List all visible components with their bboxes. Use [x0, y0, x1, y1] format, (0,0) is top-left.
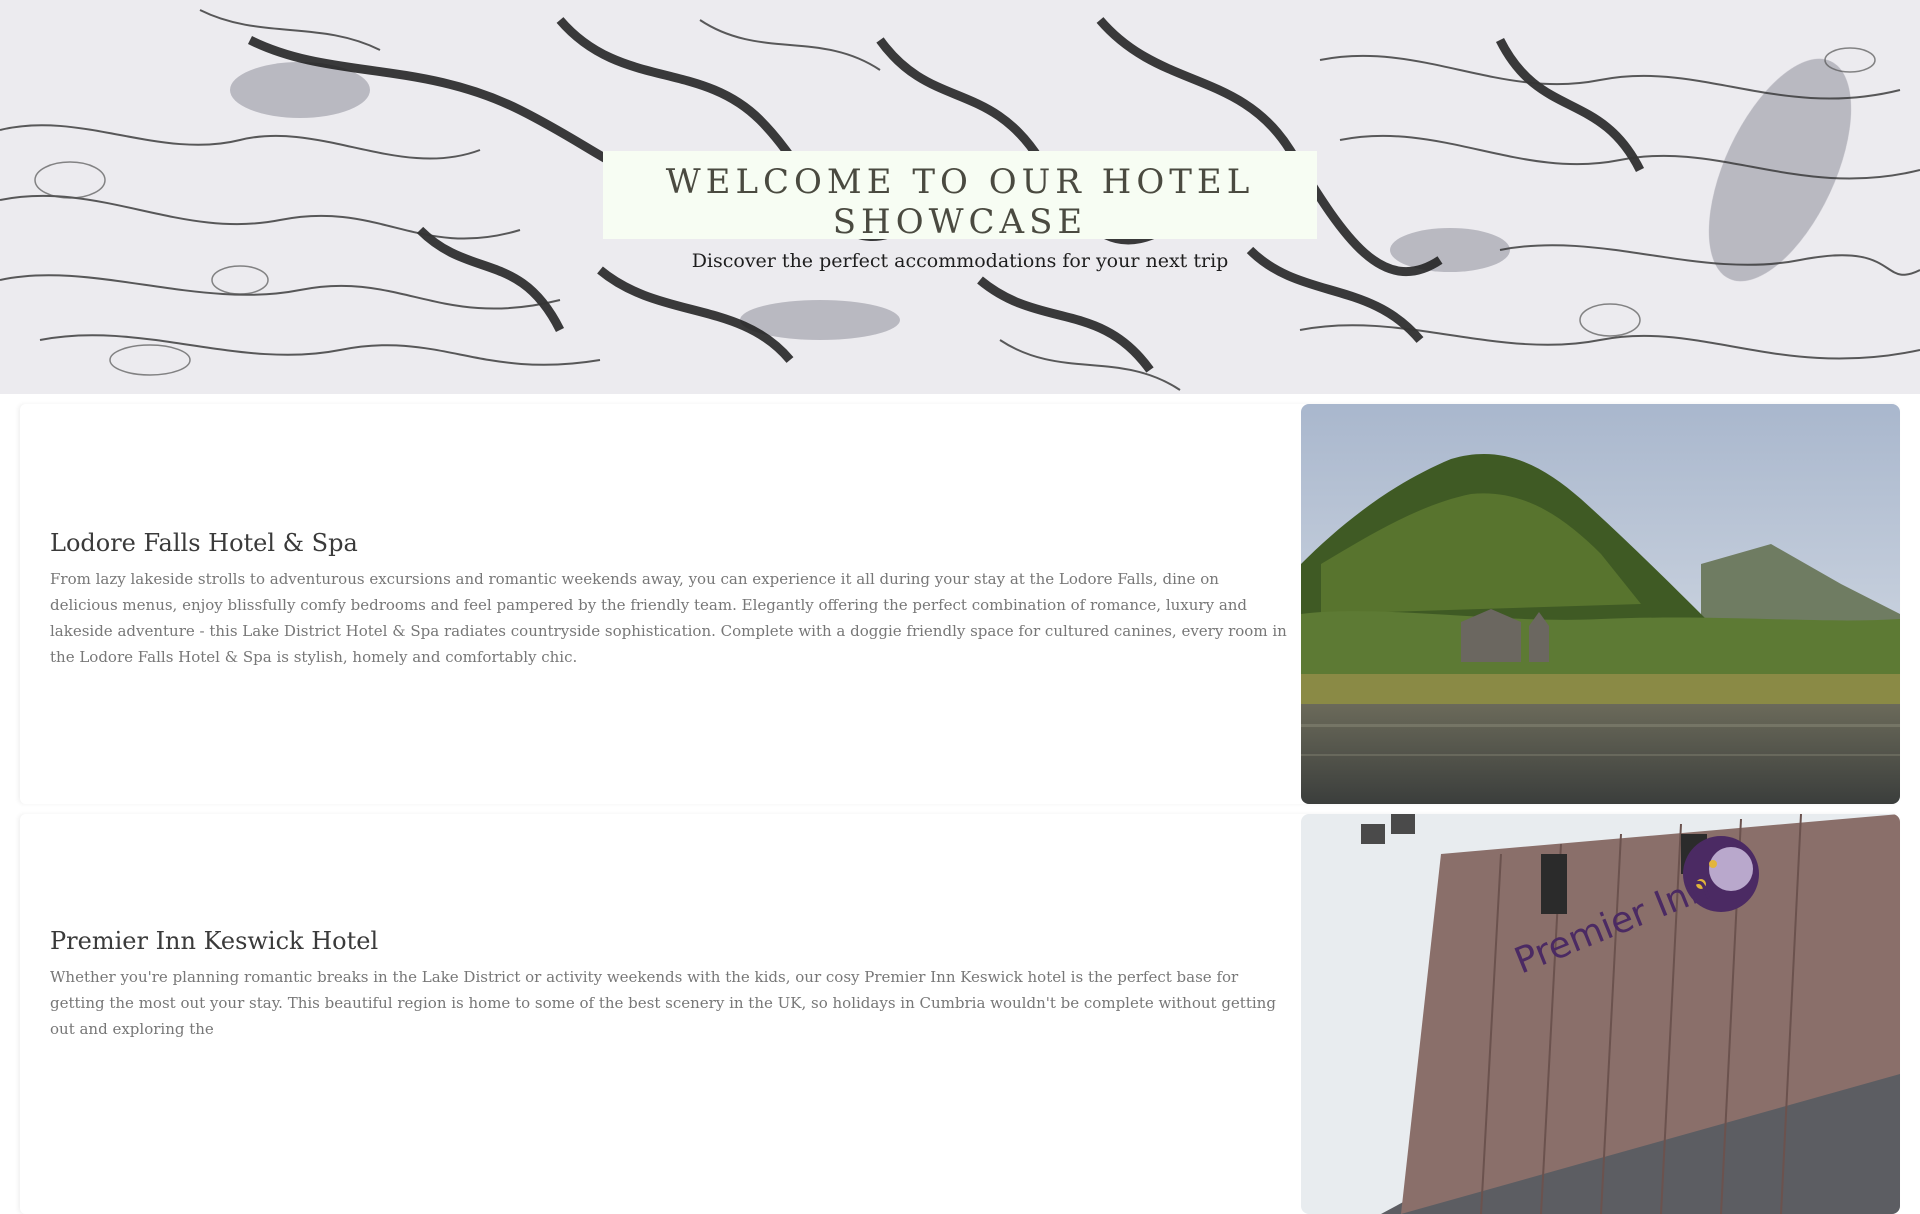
hotel-card-text: Lodore Falls Hotel & Spa From lazy lakes… [50, 526, 1290, 670]
hotel-card-lodore: Lodore Falls Hotel & Spa From lazy lakes… [20, 404, 1900, 804]
hotel-card-premier-inn: Premier Inn Keswick Hotel Whether you're… [20, 814, 1900, 1214]
hotel-description: From lazy lakeside strolls to adventurou… [50, 570, 1287, 666]
hotel-image-premier-inn: Premier Inn [1301, 814, 1900, 1214]
page-title: WELCOME TO OUR HOTEL SHOWCASE [665, 162, 1255, 242]
hotel-name: Lodore Falls Hotel & Spa [50, 529, 358, 557]
hotel-name: Premier Inn Keswick Hotel [50, 927, 379, 955]
hotel-card-text: Premier Inn Keswick Hotel Whether you're… [50, 924, 1290, 1042]
hero-banner: WELCOME TO OUR HOTEL SHOWCASE Discover t… [0, 0, 1920, 394]
hotel-description: Whether you're planning romantic breaks … [50, 968, 1276, 1038]
hotel-image-lodore [1301, 404, 1900, 804]
page-subtitle: Discover the perfect accommodations for … [691, 250, 1229, 272]
lakeside-hotel-photo [1301, 404, 1900, 804]
hero-title-box: WELCOME TO OUR HOTEL SHOWCASE Discover t… [603, 151, 1317, 272]
premier-inn-building-photo: Premier Inn [1301, 814, 1900, 1214]
